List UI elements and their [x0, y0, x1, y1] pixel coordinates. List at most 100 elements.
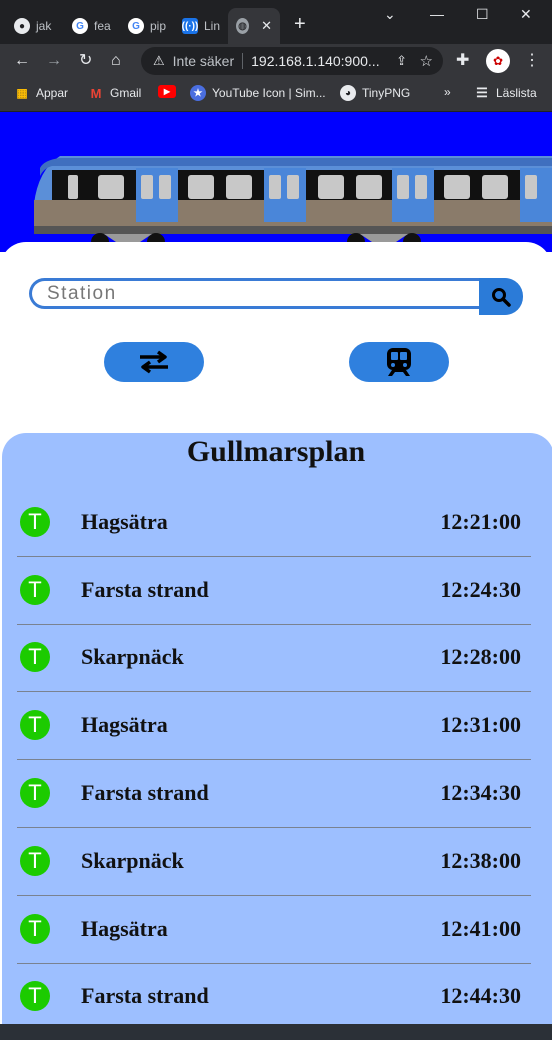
departure-time: 12:34:30	[440, 780, 521, 805]
browser-tab-strip: ● jak G fea G pip ((·)) Lin ◍ ✕ + ⌄ — ☐ …	[0, 0, 552, 44]
metro-line-badge: T	[20, 846, 50, 876]
bookmark-label: Gmail	[110, 86, 142, 100]
extensions-icon[interactable]: ✚	[456, 52, 469, 70]
minimize-icon[interactable]: —	[430, 6, 444, 22]
menu-icon[interactable]: ⋮	[524, 52, 540, 70]
window-close-icon[interactable]: ✕	[520, 6, 532, 23]
url-text: 192.168.1.140:900...	[251, 53, 380, 69]
destination: Skarpnäck	[81, 644, 184, 669]
radio-icon: ((·))	[182, 18, 198, 34]
github-icon: ●	[14, 18, 30, 34]
metro-line-badge: T	[20, 642, 50, 672]
departure-time: 12:24:30	[440, 577, 521, 602]
destination: Farsta strand	[81, 983, 209, 1008]
reading-list-icon: ☰	[476, 85, 488, 100]
departure-row[interactable]: T Skarpnäck 12:28:00	[17, 624, 531, 692]
warning-icon: ⚠	[153, 53, 165, 68]
bookmark-gmail[interactable]: M Gmail	[88, 85, 142, 101]
departure-time: 12:44:30	[440, 983, 521, 1008]
destination: Hagsätra	[81, 712, 168, 737]
security-label: Inte säker	[172, 53, 235, 69]
station-title: Gullmarsplan	[186, 435, 366, 468]
departure-row[interactable]: T Hagsätra 12:21:00	[17, 489, 531, 557]
star-icon: ★	[190, 85, 206, 101]
new-tab-button[interactable]: +	[294, 14, 306, 34]
station-search-input[interactable]	[29, 278, 479, 309]
tab-google-pip[interactable]: G pip	[128, 8, 166, 44]
departure-row[interactable]: T Farsta strand 12:34:30	[17, 760, 531, 828]
google-icon: G	[72, 18, 88, 34]
reload-icon[interactable]: ↻	[79, 52, 92, 70]
departure-row[interactable]: T Hagsätra 12:31:00	[17, 692, 531, 760]
bookmark-label: Appar	[36, 86, 69, 100]
train-illustration	[34, 156, 552, 251]
divider	[242, 53, 244, 69]
address-bar[interactable]: ⚠ Inte säker 192.168.1.140:900... ⇪ ☆	[141, 47, 443, 75]
departure-time: 12:21:00	[440, 509, 521, 534]
departure-row[interactable]: T Hagsätra 12:41:00	[17, 896, 531, 964]
departure-row[interactable]: T Farsta strand 12:44:30	[17, 963, 531, 1024]
metro-line-badge: T	[20, 981, 50, 1011]
bookmark-tinypng[interactable]: ◕ TinyPNG	[340, 85, 410, 101]
bookmark-label: Läslista	[496, 86, 537, 100]
tab-label: fea	[94, 19, 111, 33]
youtube-icon: ▶	[158, 85, 176, 98]
close-icon[interactable]: ✕	[261, 18, 272, 34]
train-mode-button[interactable]	[349, 342, 449, 382]
page-viewport: Gullmarsplan T Hagsätra 12:21:00 T Farst…	[0, 112, 552, 1024]
panda-icon: ◕	[340, 85, 356, 101]
tab-label: pip	[150, 19, 167, 33]
departure-row[interactable]: T Skarpnäck 12:38:00	[17, 828, 531, 896]
tab-github[interactable]: ● jak	[14, 8, 51, 44]
destination: Farsta strand	[81, 780, 209, 805]
bookmark-star-icon[interactable]: ☆	[420, 52, 433, 70]
destination: Skarpnäck	[81, 848, 184, 873]
gmail-icon: M	[90, 85, 102, 101]
search-button[interactable]	[479, 278, 523, 315]
departure-time: 12:31:00	[440, 712, 521, 737]
bookmark-apps[interactable]: ▦ Appar	[14, 85, 68, 101]
departure-time: 12:28:00	[440, 644, 521, 669]
maximize-icon[interactable]: ☐	[476, 6, 489, 23]
apps-grid-icon: ▦	[16, 86, 28, 100]
google-icon: G	[128, 18, 144, 34]
bookmarks-bar: ▦ Appar M Gmail ▶ ★ YouTube Icon | Sim..…	[0, 78, 552, 112]
search-icon	[492, 287, 511, 307]
metro-line-badge: T	[20, 778, 50, 808]
browser-toolbar: ← → ↻ ⌂ ⚠ Inte säker 192.168.1.140:900..…	[0, 44, 552, 78]
tab-active[interactable]: ◍ ✕	[228, 8, 280, 44]
share-icon[interactable]: ⇪	[396, 53, 407, 69]
back-icon[interactable]: ←	[14, 52, 30, 70]
tab-radio[interactable]: ((·)) Lin	[182, 8, 220, 44]
tab-google-fea[interactable]: G fea	[72, 8, 111, 44]
bookmark-youtube[interactable]: ▶	[158, 85, 176, 98]
hero-banner	[0, 112, 552, 252]
tab-label: jak	[36, 19, 52, 33]
bookmarks-overflow[interactable]: »	[444, 85, 451, 99]
metro-line-badge: T	[20, 507, 50, 537]
departure-board: Gullmarsplan T Hagsätra 12:21:00 T Farst…	[2, 433, 552, 1024]
destination: Hagsätra	[81, 916, 168, 941]
metro-line-badge: T	[20, 710, 50, 740]
bookmark-reading-list[interactable]: ☰ Läslista	[474, 85, 537, 101]
forward-icon[interactable]: →	[46, 52, 62, 70]
departure-time: 12:38:00	[440, 848, 521, 873]
subway-icon	[387, 348, 411, 376]
bookmark-youtube-icon[interactable]: ★ YouTube Icon | Sim...	[190, 85, 326, 101]
departure-time: 12:41:00	[440, 916, 521, 941]
bookmark-label: TinyPNG	[362, 86, 411, 100]
home-icon[interactable]: ⌂	[111, 52, 121, 70]
metro-line-badge: T	[20, 914, 50, 944]
destination: Farsta strand	[81, 577, 209, 602]
swap-arrows-icon	[140, 350, 168, 374]
tab-label: Lin	[204, 19, 221, 33]
avatar[interactable]: ✿	[486, 49, 510, 73]
station-search	[29, 278, 523, 315]
departure-row[interactable]: T Farsta strand 12:24:30	[17, 557, 531, 625]
bookmark-label: YouTube Icon | Sim...	[212, 86, 326, 100]
overflow-label: »	[444, 85, 451, 99]
chevron-down-icon[interactable]: ⌄	[384, 6, 396, 23]
destination: Hagsätra	[81, 509, 168, 534]
swap-direction-button[interactable]	[104, 342, 204, 382]
globe-icon: ◍	[236, 18, 250, 34]
